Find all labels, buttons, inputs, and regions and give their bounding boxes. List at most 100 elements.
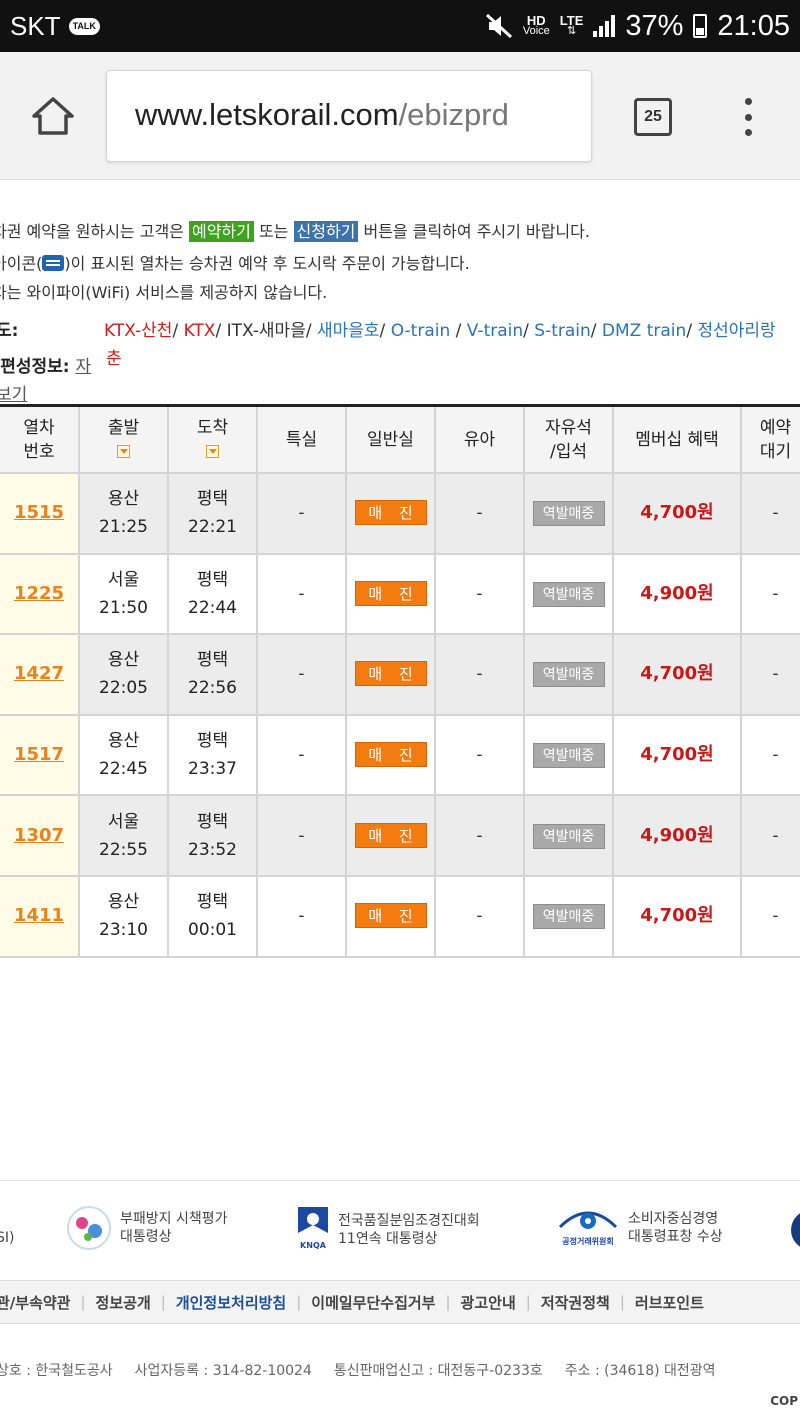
nav-separator: |: [619, 1293, 625, 1311]
arrive-cell: 평택 23:37: [168, 714, 258, 797]
nav-separator: |: [296, 1293, 302, 1311]
sort-depart-icon[interactable]: [117, 445, 130, 458]
col-waitlist: 예약 대기: [741, 407, 800, 474]
membership-cell: 4,700원: [613, 875, 742, 958]
soldout-button[interactable]: 매 진: [354, 661, 427, 687]
soldout-button[interactable]: 매 진: [354, 822, 427, 848]
col-arrive[interactable]: 도착: [168, 407, 258, 474]
infant-cell: -: [435, 714, 525, 797]
train-number-link[interactable]: 1515: [14, 502, 64, 523]
infant-cell: -: [435, 634, 525, 716]
train-number-link[interactable]: 1427: [14, 663, 64, 684]
composition-link-continued[interactable]: 보기: [0, 380, 27, 405]
nav-separator: |: [160, 1293, 166, 1311]
station-sale-button[interactable]: 역발매중: [532, 904, 605, 930]
train-number-link[interactable]: 1517: [14, 744, 64, 765]
price: 4,700원: [640, 502, 714, 524]
membership-cell: 4,900원: [613, 795, 742, 877]
soldout-button[interactable]: 매 진: [354, 500, 427, 526]
special-cell: -: [257, 634, 347, 716]
address-bar[interactable]: www.letskorail.com/ebizprd: [106, 70, 592, 162]
footer-nav-link[interactable]: 저작권정책: [541, 1292, 610, 1313]
arrive-cell: 평택 22:44: [168, 553, 258, 636]
depart-cell: 용산 22:05: [79, 634, 169, 716]
mail-order-reg: 통신판매업신고 : 대전동구-0233호: [333, 1363, 543, 1379]
station-sale-button[interactable]: 역발매중: [532, 823, 605, 849]
train-no-cell: 1515: [0, 473, 80, 555]
legend-ktx: KTX: [183, 321, 216, 341]
copyright: COP: [770, 1394, 798, 1408]
special-cell: -: [257, 714, 347, 797]
free-seat-cell: 역발매중: [524, 634, 614, 716]
composition-link[interactable]: 자: [76, 357, 92, 377]
train-no-cell: 1411: [0, 875, 80, 958]
footer-nav-link[interactable]: 광고안내: [461, 1292, 516, 1313]
browser-toolbar: www.letskorail.com/ebizprd 25: [0, 52, 800, 180]
arrive-cell: 평택 22:56: [168, 634, 258, 716]
ftc-logo-icon: 공정거래위원회: [556, 1205, 620, 1251]
free-seat-cell: 역발매중: [524, 875, 614, 958]
overflow-menu-icon[interactable]: [742, 98, 754, 136]
train-number-link[interactable]: 1307: [14, 825, 64, 846]
station-sale-button[interactable]: 역발매중: [532, 501, 605, 527]
battery-percent: 37%: [625, 9, 684, 42]
special-cell: -: [257, 795, 347, 877]
home-icon[interactable]: [30, 96, 76, 136]
col-free-seat: 자유석/입석: [524, 407, 614, 474]
tab-switcher-button[interactable]: 25: [634, 98, 672, 136]
hd-voice-icon: HD Voice: [522, 13, 550, 37]
col-infant: 유아: [435, 407, 525, 474]
award-quality: KNQA 전국품질분임조경진대회 11연속 대통령상: [296, 1205, 480, 1255]
price: 4,900원: [640, 582, 714, 604]
depart-cell: 용산 22:45: [79, 714, 169, 797]
footer-nav: 관/부속약관 | 정보공개 | 개인정보처리방침 | 이메일무단수집거부 | 광고안내 | 저작권정…: [0, 1280, 800, 1324]
company-address: 주소 : (34618) 대전광역: [564, 1363, 716, 1379]
soldout-button[interactable]: 매 진: [354, 580, 427, 606]
col-train-no: 열차 번호: [0, 407, 80, 474]
free-seat-cell: 역발매중: [524, 473, 614, 555]
waitlist-cell: -: [741, 553, 800, 636]
table-row: 1515 용산 21:25 평택 22:21- 매 진 - 역발매중 4,700원 -: [0, 473, 800, 555]
col-depart[interactable]: 출발: [79, 407, 169, 474]
waitlist-cell: -: [741, 634, 800, 716]
train-no-cell: 1517: [0, 714, 80, 797]
price: 4,700원: [640, 663, 714, 685]
soldout-button[interactable]: 매 진: [354, 903, 427, 929]
legend-itx: ITX-새마을: [226, 321, 306, 341]
sort-arrive-icon[interactable]: [206, 445, 219, 458]
footer-nav-link[interactable]: 개인정보처리방침: [176, 1292, 286, 1313]
nav-separator: |: [525, 1293, 531, 1311]
general-cell: 매 진: [346, 634, 436, 716]
train-type-legend: KTX-산천/ KTX/ ITX-새마을/ 새마을호/ O-train / V-…: [104, 321, 776, 341]
general-cell: 매 진: [346, 714, 436, 797]
train-number-link[interactable]: 1411: [14, 905, 64, 926]
waitlist-cell: -: [741, 473, 800, 555]
train-number-link[interactable]: 1225: [14, 583, 64, 604]
station-sale-button[interactable]: 역발매중: [532, 743, 605, 769]
legend-dmz: DMZ train: [601, 321, 687, 341]
kakaotalk-icon: TALK: [68, 17, 100, 35]
knqa-logo-icon: KNQA: [296, 1205, 330, 1255]
station-sale-button[interactable]: 역발매중: [532, 581, 605, 607]
legend-jeongseon: 정선아리랑: [697, 321, 776, 341]
anticorruption-logo-icon: [67, 1206, 111, 1250]
membership-cell: 4,700원: [613, 634, 742, 716]
footer-nav-link[interactable]: 러브포인트: [635, 1292, 704, 1313]
waitlist-cell: -: [741, 714, 800, 797]
membership-cell: 4,700원: [613, 473, 742, 555]
award-anticorruption: 부패방지 시책평가 대통령상: [66, 1205, 228, 1251]
footer-nav-link[interactable]: 관/부속약관: [0, 1292, 70, 1313]
waitlist-cell: -: [741, 875, 800, 958]
price: 4,700원: [640, 905, 714, 927]
footer-nav-link[interactable]: 정보공개: [96, 1292, 151, 1313]
price: 4,900원: [640, 824, 714, 846]
legend-strain: S-train: [534, 321, 591, 341]
arrive-cell: 평택 22:21: [168, 473, 258, 555]
depart-cell: 서울 22:55: [79, 795, 169, 877]
special-cell: -: [257, 875, 347, 958]
legend-wrap-text: 춘: [106, 349, 122, 369]
footer-nav-link[interactable]: 이메일무단수집거부: [311, 1292, 435, 1313]
soldout-button[interactable]: 매 진: [354, 742, 427, 768]
station-sale-button[interactable]: 역발매중: [532, 662, 605, 688]
general-cell: 매 진: [346, 795, 436, 877]
